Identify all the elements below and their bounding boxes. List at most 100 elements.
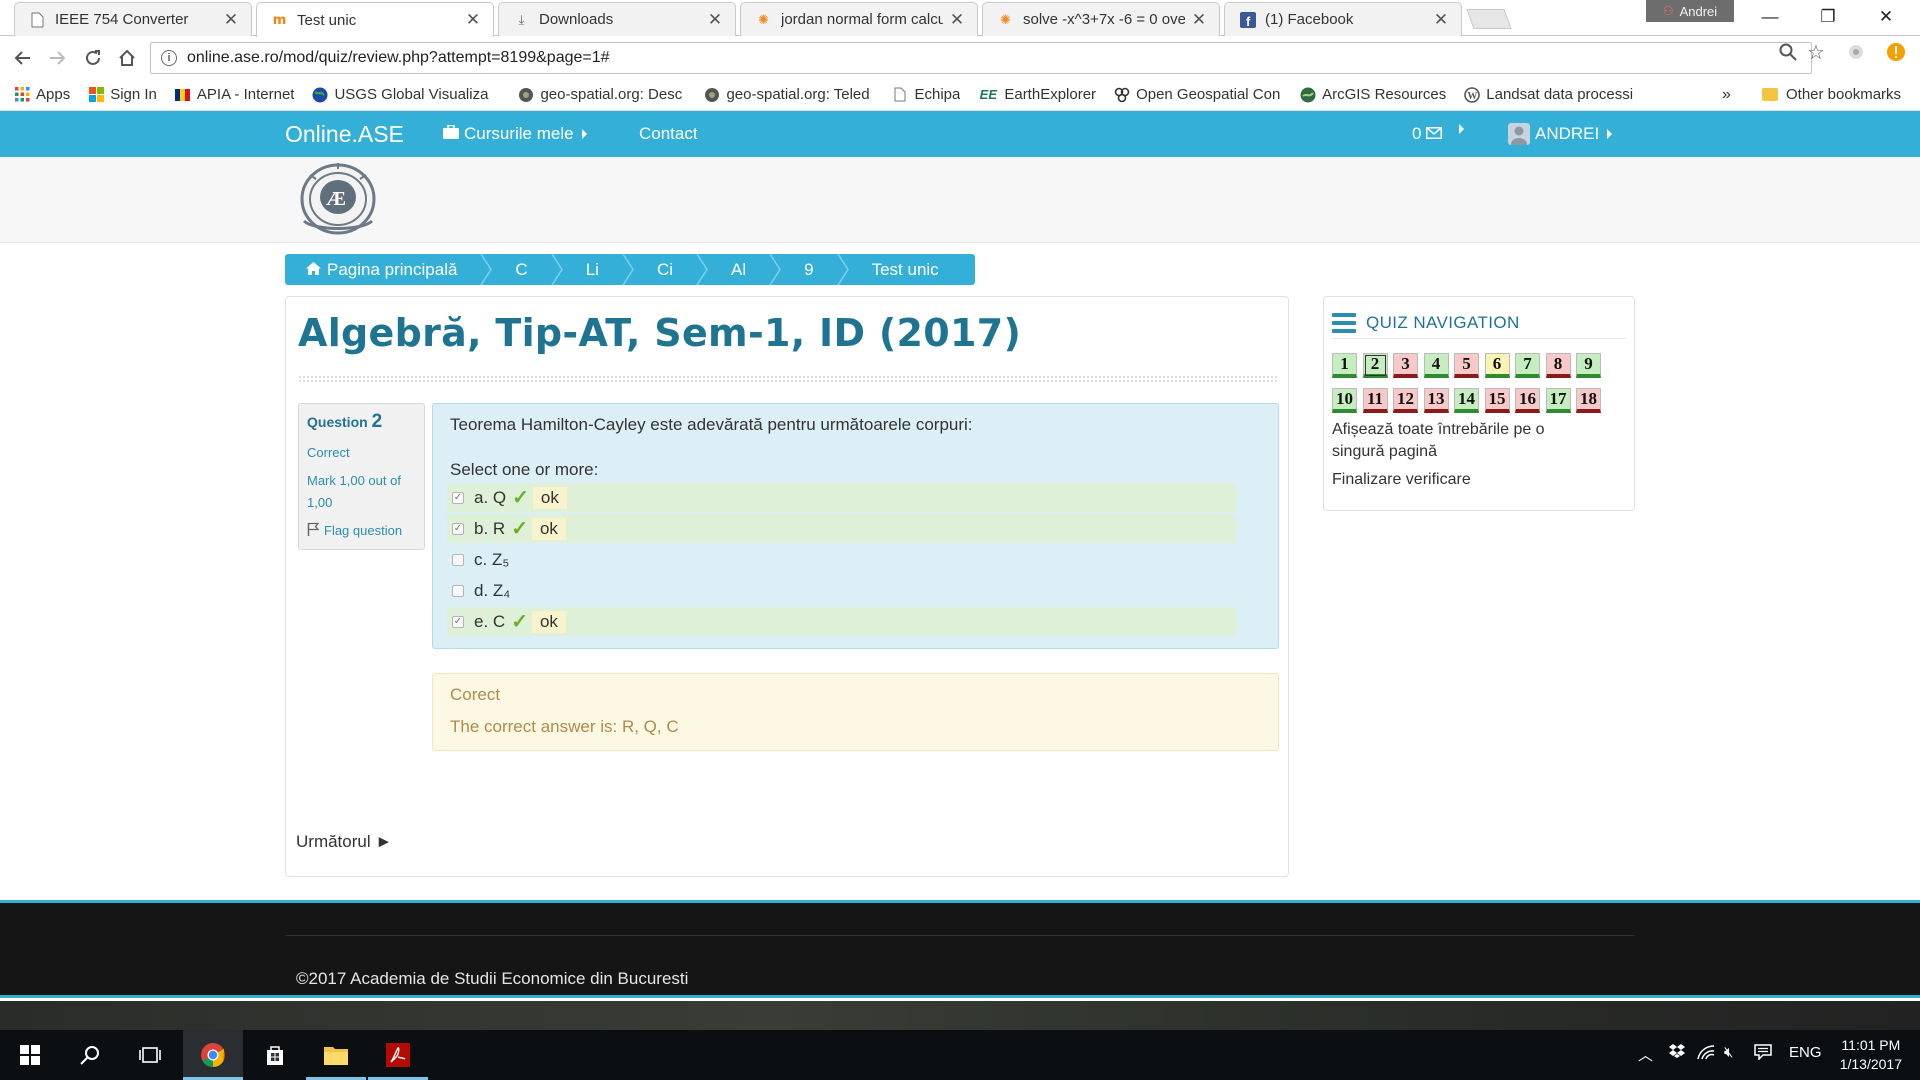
checkbox-checked[interactable]: ✓: [452, 522, 464, 535]
restore-button[interactable]: ❐: [1800, 0, 1856, 34]
quiz-nav-button-15[interactable]: 15: [1484, 388, 1510, 413]
checkbox-checked[interactable]: ✓: [452, 491, 464, 504]
tab-ieee-converter[interactable]: IEEE 754 Converter ✕: [14, 2, 252, 36]
tab-downloads[interactable]: ⤓ Downloads ✕: [498, 2, 736, 36]
checkbox-checked[interactable]: ✓: [452, 615, 464, 628]
nav-contact[interactable]: Contact: [639, 124, 698, 144]
flag-question-link[interactable]: Flag question: [307, 522, 416, 539]
quiz-nav-button-2[interactable]: 2: [1362, 353, 1388, 378]
breadcrumb-item[interactable]: Li: [564, 254, 621, 285]
show-all-questions-link[interactable]: Afișează toate întrebările pe o singură …: [1332, 419, 1592, 463]
close-icon[interactable]: ✕: [707, 10, 723, 30]
nav-my-courses[interactable]: Cursurile mele: [443, 124, 587, 144]
answer-option[interactable]: ✓ b. R ✓ ok: [447, 514, 1236, 543]
tab-solve-equation[interactable]: ✺ solve -x^3+7x -6 = 0 ove ✕: [982, 2, 1220, 36]
back-button[interactable]: [8, 44, 36, 72]
action-center-icon[interactable]: [1754, 1044, 1772, 1064]
close-window-button[interactable]: ✕: [1858, 0, 1914, 34]
home-button[interactable]: [113, 44, 141, 72]
bookmark-arcgis[interactable]: ArcGIS Resources: [1300, 86, 1446, 103]
answer-option[interactable]: ✓ e. C ✓ ok: [447, 607, 1236, 636]
quiz-nav-button-16[interactable]: 16: [1515, 388, 1540, 413]
quiz-nav-button-1[interactable]: 1: [1332, 353, 1357, 378]
quiz-nav-button-3[interactable]: 3: [1393, 353, 1418, 378]
quiz-nav-button-14[interactable]: 14: [1454, 388, 1479, 413]
ase-logo[interactable]: Æ: [290, 161, 386, 237]
bookmarks-overflow-button[interactable]: »: [1722, 86, 1731, 104]
breadcrumb-item[interactable]: C: [493, 254, 549, 285]
bookmark-earthexplorer[interactable]: EE EarthExplorer: [978, 86, 1096, 103]
tab-jordan-form[interactable]: ✺ jordan normal form calcu ✕: [740, 2, 978, 36]
bookmark-apia[interactable]: APIA - Internet: [175, 86, 294, 103]
bookmark-geo-spatial-2[interactable]: geo-spatial.org: Teled: [704, 86, 874, 103]
update-alert-icon[interactable]: [1886, 42, 1906, 62]
breadcrumb-home[interactable]: Pagina principală: [285, 254, 479, 285]
breadcrumb-item[interactable]: Ci: [635, 254, 695, 285]
quiz-nav-button-4[interactable]: 4: [1423, 353, 1449, 378]
checkbox-unchecked[interactable]: [452, 553, 464, 566]
answer-option[interactable]: ✓ a. Q ✓ ok: [447, 483, 1236, 512]
bookmark-apps[interactable]: Apps: [14, 86, 70, 103]
task-view-button[interactable]: [120, 1030, 180, 1080]
zoom-icon[interactable]: [1778, 42, 1798, 62]
address-bar[interactable]: i online.ase.ro/mod/quiz/review.php?atte…: [150, 42, 1812, 74]
close-icon[interactable]: ✕: [223, 10, 239, 30]
bookmark-star-icon[interactable]: ☆: [1806, 42, 1826, 64]
quiz-nav-button-6[interactable]: 6: [1484, 353, 1510, 378]
finish-review-link[interactable]: Finalizare verificare: [1332, 469, 1471, 491]
taskbar-clock[interactable]: 11:01 PM 1/13/2017: [1840, 1036, 1902, 1074]
quiz-nav-button-9[interactable]: 9: [1576, 353, 1601, 378]
bookmark-echipa[interactable]: Echipa: [892, 86, 960, 103]
taskbar-store[interactable]: [245, 1030, 305, 1080]
breadcrumb-item[interactable]: Al: [709, 254, 768, 285]
quiz-nav-button-13[interactable]: 13: [1423, 388, 1449, 413]
answer-option[interactable]: d. Z₄: [447, 576, 1236, 605]
quiz-nav-button-17[interactable]: 17: [1545, 388, 1571, 413]
user-menu[interactable]: ANDREI: [1508, 123, 1613, 145]
close-icon[interactable]: ✕: [465, 10, 481, 30]
tab-test-unic[interactable]: m Test unic ✕: [256, 2, 494, 37]
bookmark-geo-spatial-1[interactable]: geo-spatial.org: Desc: [518, 86, 686, 103]
breadcrumb-current[interactable]: Test unic: [850, 254, 961, 285]
quiz-nav-button-5[interactable]: 5: [1454, 353, 1479, 378]
notifications-toggle[interactable]: [1456, 124, 1464, 134]
profile-button[interactable]: ⚇ Andrei: [1646, 0, 1734, 22]
bookmark-usgs[interactable]: USGS Global Visualiza: [312, 86, 500, 103]
messages-menu[interactable]: 0: [1412, 124, 1443, 144]
close-icon[interactable]: ✕: [1191, 10, 1207, 30]
bookmark-sign-in[interactable]: Sign In: [88, 86, 157, 103]
search-button[interactable]: [60, 1030, 120, 1080]
taskbar-file-explorer[interactable]: [306, 1030, 366, 1080]
info-icon[interactable]: i: [161, 50, 177, 66]
input-language[interactable]: ENG: [1789, 1044, 1822, 1061]
quiz-nav-button-8[interactable]: 8: [1545, 353, 1571, 378]
checkbox-unchecked[interactable]: [452, 584, 464, 597]
quiz-nav-button-18[interactable]: 18: [1576, 388, 1601, 413]
forward-button[interactable]: [44, 44, 72, 72]
close-icon[interactable]: ✕: [1433, 10, 1449, 30]
dropbox-icon[interactable]: [1668, 1044, 1686, 1064]
show-hidden-icons-button[interactable]: ︿: [1638, 1044, 1653, 1065]
quiz-nav-button-11[interactable]: 11: [1362, 388, 1388, 413]
site-brand-link[interactable]: Online.ASE: [285, 121, 404, 148]
start-button[interactable]: [0, 1030, 60, 1080]
tab-facebook[interactable]: f (1) Facebook ✕: [1224, 2, 1462, 36]
bookmark-ogc[interactable]: Open Geospatial Con: [1114, 86, 1282, 103]
taskbar-acrobat[interactable]: [368, 1030, 428, 1080]
wifi-icon[interactable]: [1697, 1044, 1715, 1064]
bookmark-landsat[interactable]: W Landsat data processi: [1464, 86, 1636, 103]
new-tab-button[interactable]: [1466, 9, 1512, 29]
volume-muted-icon[interactable]: 🔇︎: [1724, 1044, 1733, 1061]
extension-icon[interactable]: [1846, 42, 1866, 62]
quiz-nav-button-7[interactable]: 7: [1515, 353, 1540, 378]
close-icon[interactable]: ✕: [949, 10, 965, 30]
answer-option[interactable]: c. Z₅: [447, 545, 1236, 574]
quiz-nav-button-10[interactable]: 10: [1332, 388, 1357, 413]
quiz-nav-button-12[interactable]: 12: [1393, 388, 1418, 413]
reload-button[interactable]: [79, 44, 107, 72]
breadcrumb-item[interactable]: 9: [782, 254, 835, 285]
other-bookmarks[interactable]: Other bookmarks: [1762, 86, 1901, 103]
taskbar-chrome[interactable]: [183, 1030, 243, 1080]
next-page-link[interactable]: Următorul ►: [296, 832, 392, 852]
minimize-button[interactable]: —: [1742, 0, 1798, 34]
